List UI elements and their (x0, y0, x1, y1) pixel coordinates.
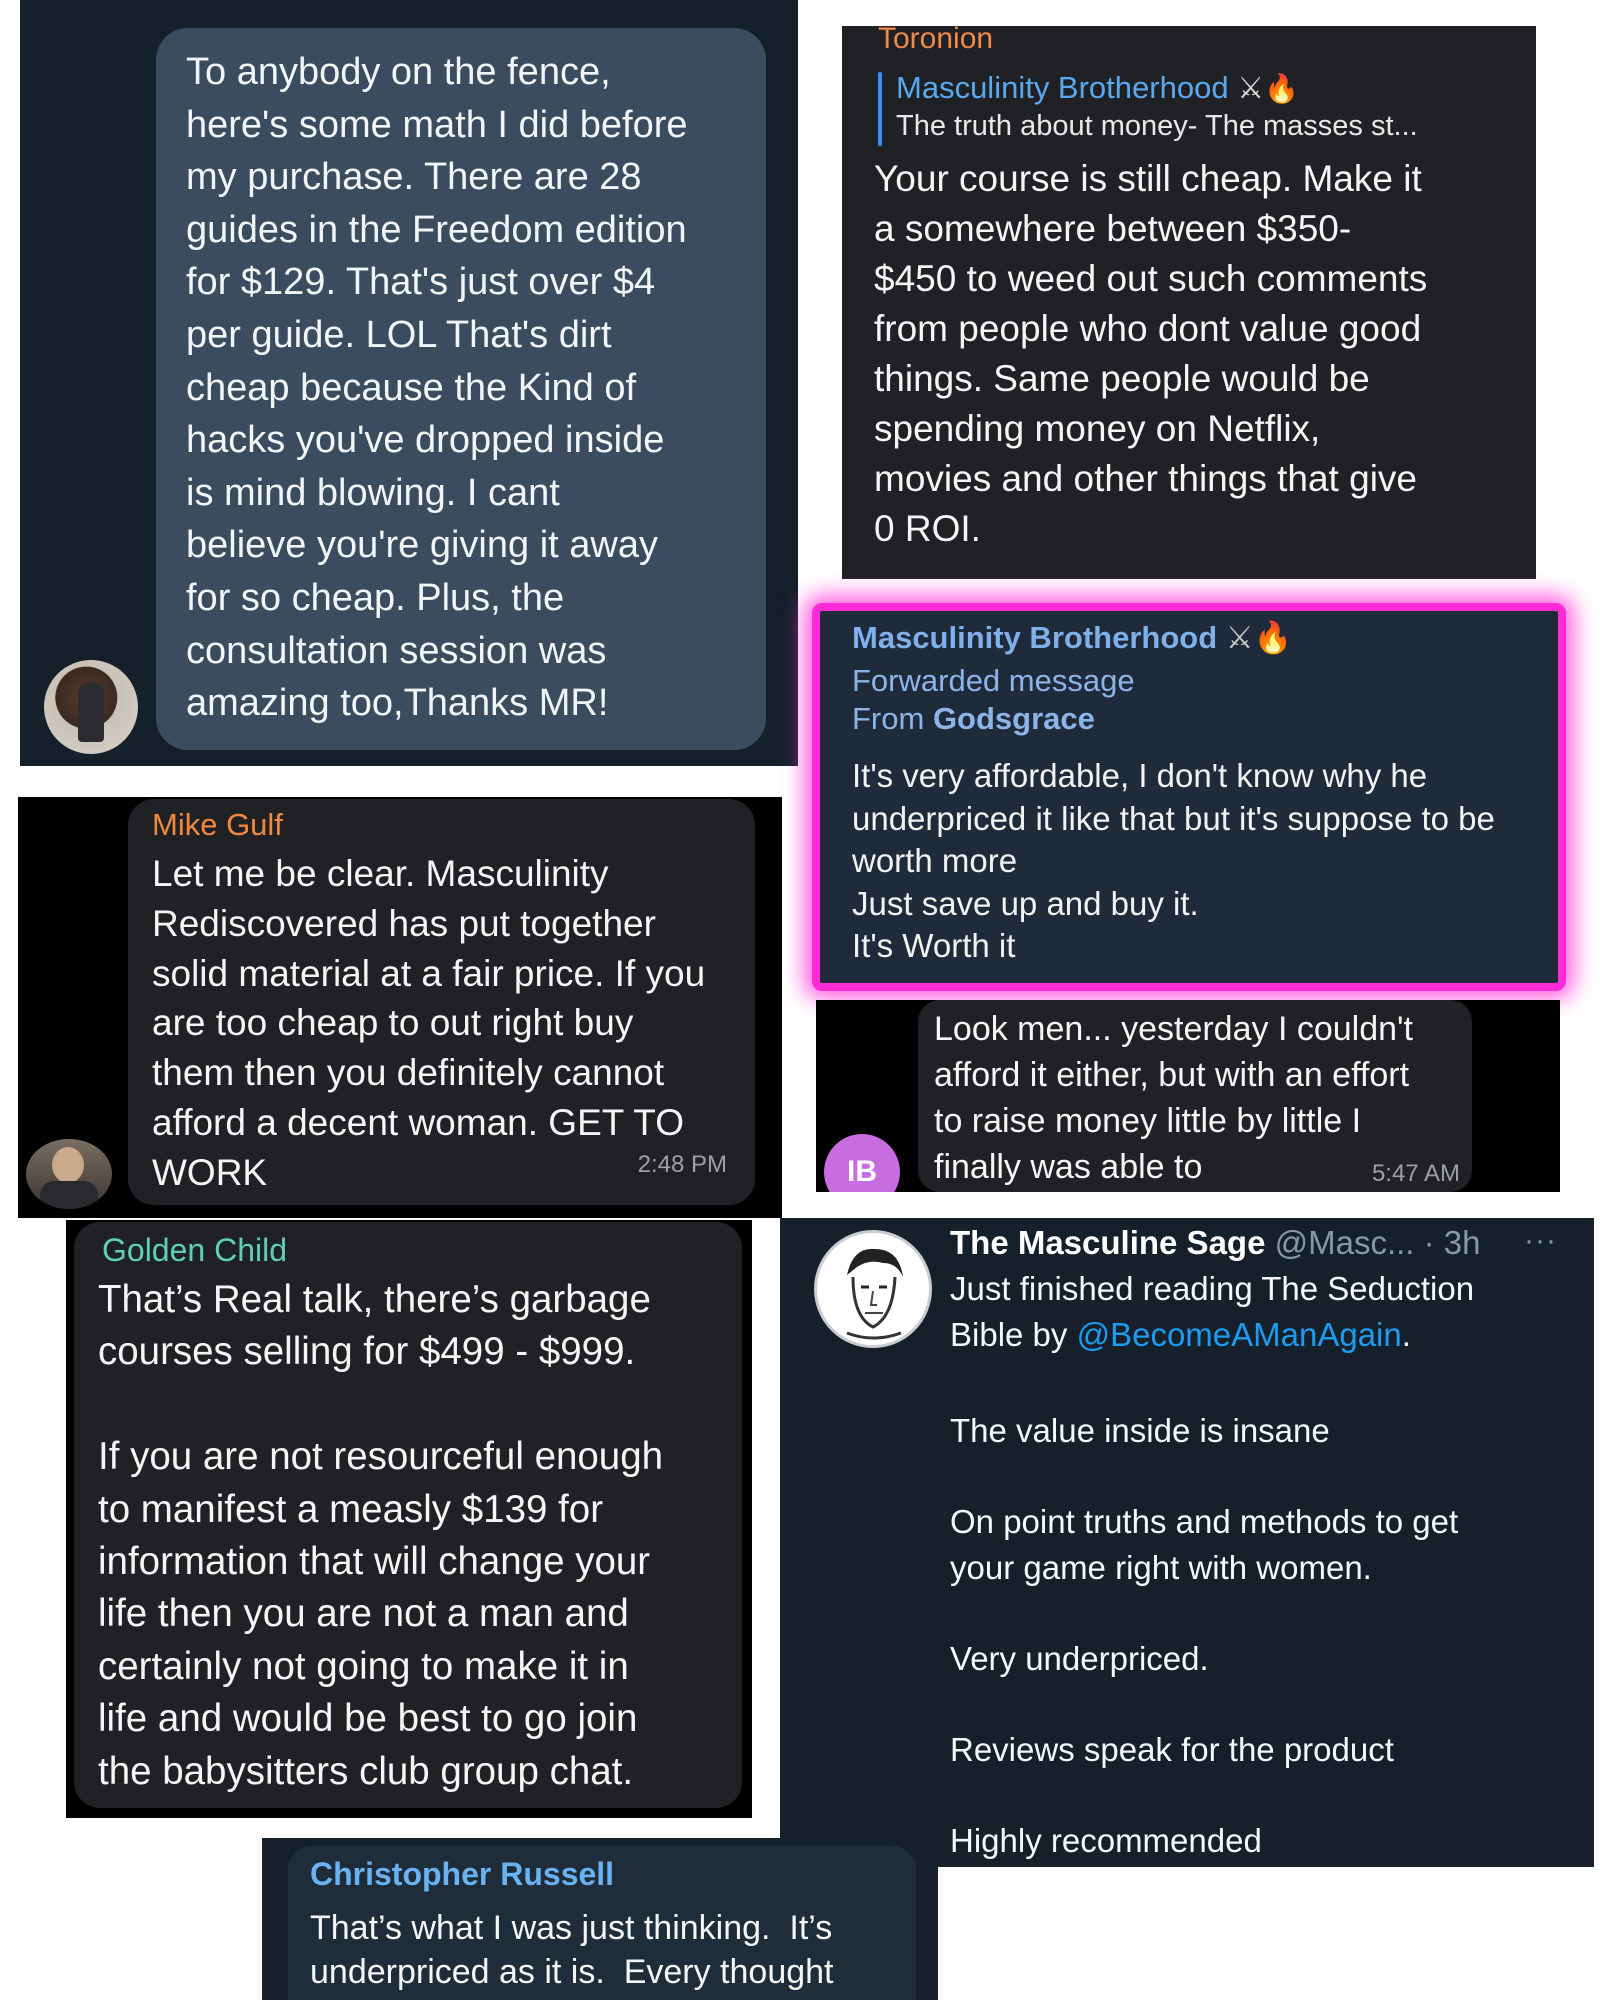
message-text: It's very affordable, I don't know why h… (852, 757, 1495, 964)
panel-telegram-reply: Toronion Masculinity Brotherhood ⚔🔥 The … (842, 26, 1536, 579)
sender-name: Golden Child (102, 1232, 287, 1268)
tweet-age: · 3h (1423, 1224, 1481, 1261)
author-name[interactable]: The Masculine Sage (950, 1224, 1265, 1261)
message-bubble: Mike Gulf Let me be clear. Masculinity R… (128, 799, 755, 1205)
avatar[interactable] (26, 1139, 112, 1209)
message-bubble: Christopher Russell That’s what I was ju… (288, 1846, 916, 2000)
sketch-portrait-icon (846, 1248, 903, 1340)
sender-name: Christopher Russell (310, 1856, 615, 1892)
from-prefix: From (852, 701, 933, 736)
reply-preview[interactable]: Masculinity Brotherhood ⚔🔥 The truth abo… (878, 70, 1518, 146)
avatar-figure (78, 682, 104, 742)
message-text: That’s Real talk, there’s garbage course… (98, 1278, 664, 1793)
message-bubble: Golden Child That’s Real talk, there’s g… (74, 1222, 742, 1808)
line-prefix: Bible by (950, 1316, 1077, 1353)
panel-telegram-mike: Mike Gulf Let me be clear. Masculinity R… (18, 797, 782, 1218)
tweet-line-2: Bible by @BecomeAManAgain. (950, 1316, 1411, 1354)
fire-icon: 🔥 (1264, 73, 1299, 104)
from-name[interactable]: Godsgrace (933, 701, 1095, 736)
message-time: 5:47 AM (1371, 1160, 1460, 1187)
panel-telegram-christopher: Christopher Russell That’s what I was ju… (262, 1838, 938, 2000)
swords-icon: ⚔ (1237, 72, 1265, 105)
message-time: 2:48 PM (637, 1151, 727, 1178)
tweet-body: The value inside is insane On point trut… (950, 1412, 1459, 1860)
panel-forwarded-message: Masculinity Brotherhood ⚔🔥 Forwarded mes… (812, 603, 1566, 991)
forwarded-label: Forwarded message (852, 663, 1135, 698)
panel-telegram-ib: Look men... yesterday I couldn't afford … (816, 1000, 1560, 1192)
forwarded-from[interactable]: From Godsgrace (852, 701, 1095, 737)
panel-telegram-golden: Golden Child That’s Real talk, there’s g… (66, 1220, 752, 1818)
panel-twitter-dm: To anybody on the fence, here's some mat… (20, 0, 798, 766)
message-text: Let me be clear. Masculinity Rediscovere… (152, 853, 706, 1193)
tweet-line-1: Just finished reading The Seduction (950, 1270, 1475, 1307)
sender-name: Mike Gulf (152, 807, 283, 842)
reply-bar (878, 72, 882, 146)
message-bubble: Look men... yesterday I couldn't afford … (918, 1000, 1472, 1192)
line-suffix: . (1401, 1316, 1411, 1353)
avatar-shirt (40, 1181, 98, 1209)
swords-icon: ⚔ (1225, 620, 1254, 655)
sender-name: Toronion (878, 26, 994, 55)
message-text: Look men... yesterday I couldn't afford … (934, 1010, 1413, 1186)
forward-channel-name: Masculinity Brotherhood (852, 620, 1218, 655)
tweet-header: The Masculine Sage @Masc... · 3h (950, 1224, 1481, 1262)
avatar[interactable] (44, 660, 138, 754)
message-text: Your course is still cheap. Make it a so… (874, 158, 1428, 549)
reply-channel-name: Masculinity Brotherhood (896, 70, 1229, 105)
avatar-figure (52, 1147, 84, 1183)
message-text: To anybody on the fence, here's some mat… (186, 51, 688, 725)
more-options-icon[interactable]: ··· (1524, 1224, 1557, 1258)
avatar[interactable] (814, 1230, 932, 1348)
author-handle[interactable]: @Masc... (1275, 1224, 1415, 1261)
message-bubble: To anybody on the fence, here's some mat… (156, 28, 766, 750)
avatar[interactable]: IB (824, 1134, 900, 1192)
fire-icon: 🔥 (1253, 620, 1293, 655)
reply-channel: Masculinity Brotherhood ⚔🔥 (896, 70, 1299, 106)
avatar-initials: IB (847, 1155, 877, 1188)
reply-preview-text: The truth about money- The masses st... (896, 110, 1418, 142)
forward-channel: Masculinity Brotherhood ⚔🔥 (852, 619, 1292, 656)
message-text: That’s what I was just thinking. It’s un… (310, 1909, 834, 1991)
mention-link[interactable]: @BecomeAManAgain (1077, 1316, 1402, 1353)
panel-tweet: The Masculine Sage @Masc... · 3h ··· Jus… (780, 1218, 1594, 1867)
